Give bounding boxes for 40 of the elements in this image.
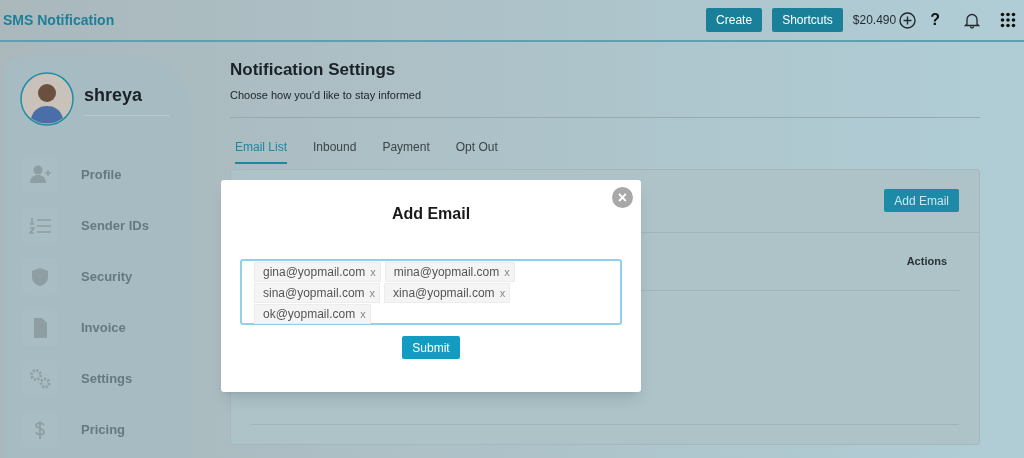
add-funds-icon[interactable] [899,11,917,29]
tab[interactable]: Email List [235,138,287,164]
tab[interactable]: Payment [382,138,430,164]
sidebar-item[interactable]: Security [81,266,133,287]
sidebar-item[interactable]: Pricing [81,419,126,440]
avatar [20,72,74,126]
tag-label: ok@yopmail.com [263,306,356,323]
tag-label: sina@yopmail.com [263,285,365,302]
sidebar-item[interactable]: Settings [81,368,133,389]
remove-tag-button[interactable]: x [360,308,366,320]
app-title: SMS Notification [3,10,115,30]
remove-tag-button[interactable]: x [369,287,376,299]
sidebar-item[interactable]: Profile [81,164,122,185]
tag-label: mina@yopmail.com [393,264,500,281]
sidebar-item[interactable]: Invoice [81,317,126,338]
header-button[interactable]: Shortcuts [772,8,843,32]
add-email-button[interactable]: Add Email [884,189,959,212]
help-icon[interactable]: ? [930,8,940,32]
page-title: Notification Settings [230,59,397,81]
tag-label: xina@yopmail.com [393,285,495,302]
remove-tag-button[interactable]: x [499,287,506,299]
user-plus-icon [28,163,51,186]
user-name: shreya [84,82,171,116]
modal-title: Add Email [391,204,471,224]
header-button[interactable]: Create [706,8,763,32]
balance: $20.490 [852,12,897,29]
bell-icon[interactable] [964,11,980,29]
close-button[interactable]: × [612,187,633,208]
remove-tag-button[interactable]: x [504,266,510,278]
apps-grid-icon[interactable] [1000,12,1016,28]
tab[interactable]: Inbound [313,138,357,164]
tag-label: gina@yopmail.com [263,264,366,281]
sidebar-item[interactable]: Sender IDs [81,215,149,236]
submit-button[interactable]: Submit [402,336,460,359]
tab[interactable]: Opt Out [455,138,498,164]
remove-tag-button[interactable]: x [370,266,376,278]
email-input-field[interactable]: gina@yopmail.com x mina@yopmail.com x sina@yopmail.com x xina@yopmail.com x ok@yopmail.com x [240,259,622,325]
page-subtitle: Choose how you'd like to stay informed [230,87,423,103]
gears-icon [28,367,51,390]
column-header: Actions [906,254,947,270]
